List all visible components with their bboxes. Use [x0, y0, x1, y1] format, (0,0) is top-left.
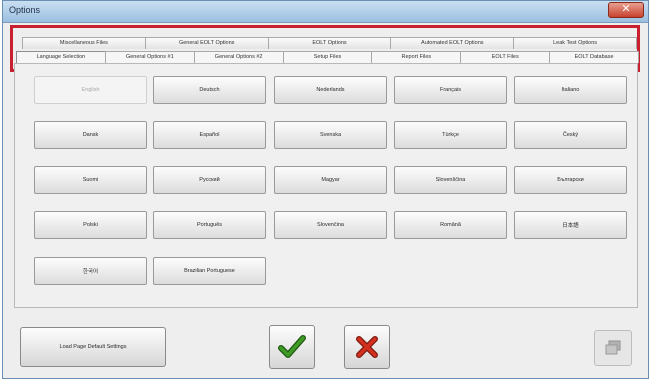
tab-miscellaneous-files[interactable]: Miscellaneous Files: [22, 37, 146, 49]
tab-eolt-database[interactable]: EOLT Database: [549, 51, 640, 63]
language-button-russian[interactable]: Русский: [153, 166, 266, 194]
load-defaults-label: Load Page Default Settings: [59, 344, 127, 350]
tab-report-files[interactable]: Report Files: [371, 51, 462, 63]
language-button-brazilian-portuguese[interactable]: Brazilian Portuguese: [153, 257, 266, 285]
language-button-nederlands[interactable]: Nederlands: [274, 76, 387, 104]
tab-row-front: Language Selection General Options #1 Ge…: [16, 51, 640, 63]
language-button-english[interactable]: English: [34, 76, 147, 104]
language-button-japanese[interactable]: 日本語: [514, 211, 627, 239]
cross-icon: [355, 335, 379, 359]
checkmark-icon: [278, 334, 306, 360]
tab-row-back: Miscellaneous Files General EOLT Options…: [22, 37, 637, 49]
language-button-bulgarian[interactable]: Български: [514, 166, 627, 194]
close-button[interactable]: ✕: [608, 2, 644, 18]
language-button-dansk[interactable]: Dansk: [34, 121, 147, 149]
language-button-svenska[interactable]: Svenska: [274, 121, 387, 149]
title-bar: Options ✕: [3, 1, 648, 23]
tab-automated-eolt-options[interactable]: Automated EOLT Options: [390, 37, 515, 49]
language-button-deutsch[interactable]: Deutsch: [153, 76, 266, 104]
language-button-italiano[interactable]: Italiano: [514, 76, 627, 104]
tab-general-eolt-options[interactable]: General EOLT Options: [144, 37, 269, 49]
language-button-francais[interactable]: Français: [394, 76, 507, 104]
stack-icon: [603, 339, 623, 357]
language-button-espanol[interactable]: Español: [153, 121, 266, 149]
tab-eolt-options[interactable]: EOLT Options: [267, 37, 392, 49]
load-defaults-button[interactable]: Load Page Default Settings: [20, 327, 166, 367]
language-button-polski[interactable]: Polski: [34, 211, 147, 239]
stack-button[interactable]: [594, 330, 632, 366]
tab-eolt-files[interactable]: EOLT Files: [460, 51, 551, 63]
ok-button[interactable]: [269, 325, 315, 369]
language-button-portugues[interactable]: Português: [153, 211, 266, 239]
tab-general-options-2[interactable]: General Options #2: [193, 51, 284, 63]
tab-setup-files[interactable]: Setup Files: [282, 51, 373, 63]
window-title: Options: [9, 5, 41, 15]
language-button-magyar[interactable]: Magyar: [274, 166, 387, 194]
tab-general-options-1[interactable]: General Options #1: [104, 51, 195, 63]
language-button-slovencina[interactable]: Slovenčina: [274, 211, 387, 239]
language-button-turkce[interactable]: Türkçe: [394, 121, 507, 149]
language-button-romana[interactable]: Română: [394, 211, 507, 239]
cancel-button[interactable]: [344, 325, 390, 369]
language-button-cesky[interactable]: Český: [514, 121, 627, 149]
language-button-slovenscina[interactable]: Slovenščina: [394, 166, 507, 194]
tab-language-selection[interactable]: Language Selection: [16, 51, 106, 63]
tab-leak-test-options[interactable]: Leak Test Options: [513, 37, 637, 49]
language-button-korean[interactable]: 한국어: [34, 257, 147, 285]
language-button-suomi[interactable]: Suomi: [34, 166, 147, 194]
